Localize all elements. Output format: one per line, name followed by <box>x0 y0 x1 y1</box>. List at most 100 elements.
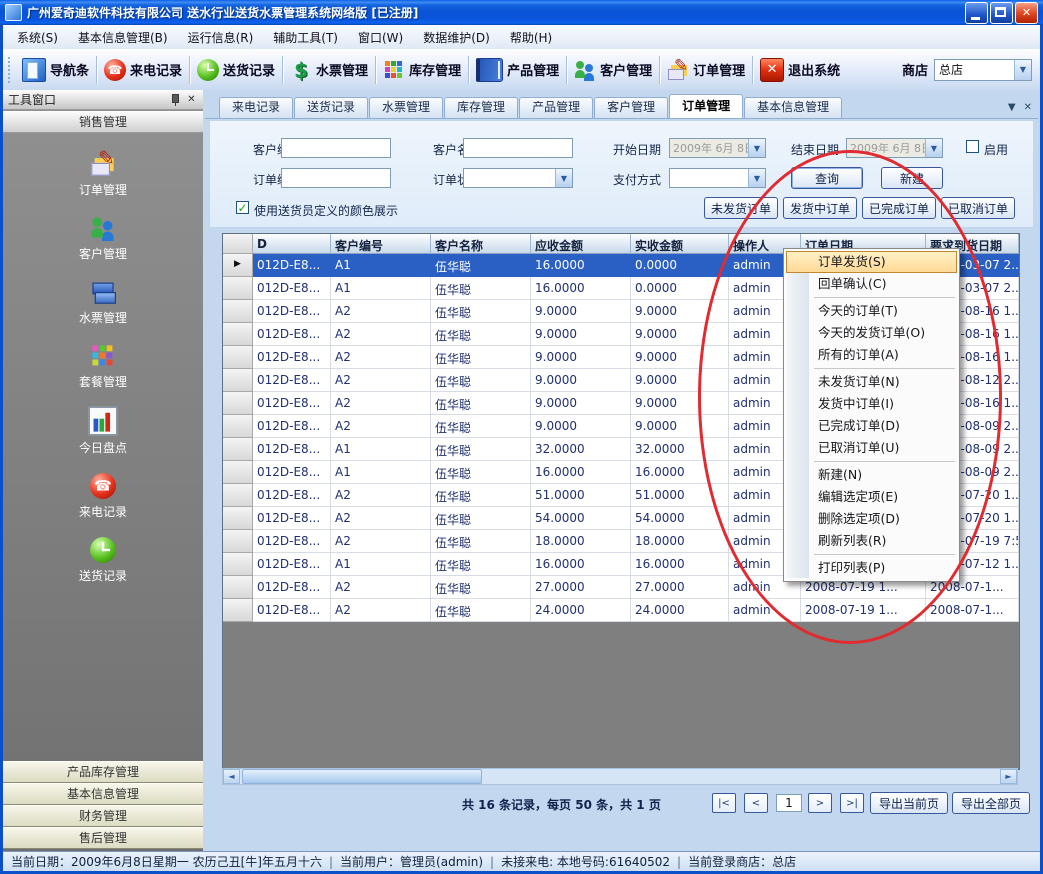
column-header[interactable]: 实收金额 <box>631 234 729 254</box>
sidebar-section-bar[interactable]: 产品库存管理 <box>3 761 203 783</box>
tab-0[interactable]: 来电记录 <box>219 97 293 118</box>
toolbar-button-product[interactable]: 产品管理 <box>471 55 564 85</box>
scroll-thumb[interactable] <box>242 769 482 784</box>
sidebar-item-order[interactable]: 订单管理 <box>3 143 203 207</box>
context-menu-item[interactable]: 今天的发货订单(O) <box>786 322 957 344</box>
row-selector[interactable] <box>223 415 253 438</box>
row-selector[interactable] <box>223 369 253 392</box>
tab-6[interactable]: 订单管理 <box>669 94 743 118</box>
toolbar-button-incoming-call[interactable]: 来电记录 <box>99 56 187 84</box>
order-status-filter-button[interactable]: 发货中订单 <box>783 197 857 219</box>
context-menu-item[interactable]: 订单发货(S) <box>786 251 957 273</box>
row-selector[interactable] <box>223 438 253 461</box>
customer-name-input[interactable] <box>463 138 573 158</box>
sidebar-close-icon[interactable]: ✕ <box>185 94 198 105</box>
row-selector[interactable] <box>223 300 253 323</box>
row-selector[interactable] <box>223 507 253 530</box>
tab-1[interactable]: 送货记录 <box>294 97 368 118</box>
horizontal-scrollbar[interactable]: ◄ ► <box>222 768 1018 785</box>
context-menu-item[interactable]: 打印列表(P) <box>786 557 957 579</box>
row-selector[interactable] <box>223 461 253 484</box>
menubar-item[interactable]: 运行信息(R) <box>178 25 264 50</box>
next-page-button[interactable]: > <box>808 793 832 813</box>
close-button[interactable] <box>1015 2 1038 24</box>
row-selector[interactable] <box>223 484 253 507</box>
sidebar-section-bar[interactable]: 售后管理 <box>3 827 203 849</box>
row-selector[interactable] <box>223 346 253 369</box>
sidebar-item-incoming-call[interactable]: 来电记录 <box>3 465 203 529</box>
tab-5[interactable]: 客户管理 <box>594 97 668 118</box>
order-status-select[interactable]: ▼ <box>463 168 573 188</box>
column-header[interactable]: 客户编号 <box>331 234 431 254</box>
column-header[interactable]: 客户名称 <box>431 234 531 254</box>
sidebar-section-bar[interactable]: 基本信息管理 <box>3 783 203 805</box>
minimize-button[interactable] <box>965 2 988 24</box>
context-menu-item[interactable]: 刷新列表(R) <box>786 530 957 552</box>
context-menu-item[interactable]: 新建(N) <box>786 464 957 486</box>
context-menu-item[interactable]: 未发货订单(N) <box>786 371 957 393</box>
tab-7[interactable]: 基本信息管理 <box>744 97 842 118</box>
context-menu-item[interactable]: 编辑选定项(E) <box>786 486 957 508</box>
order-status-filter-button[interactable]: 未发货订单 <box>704 197 778 219</box>
page-number-input[interactable]: 1 <box>776 794 802 812</box>
menubar-item[interactable]: 帮助(H) <box>500 25 562 50</box>
sidebar-item-daily-check[interactable]: 今日盘点 <box>3 399 203 465</box>
sidebar-item-package[interactable]: 套餐管理 <box>3 335 203 399</box>
tab-4[interactable]: 产品管理 <box>519 97 593 118</box>
sidebar-section-sales[interactable]: 销售管理 <box>3 111 203 133</box>
table-row[interactable]: 012D-E8...A2伍华聪24.000024.0000admin2008-0… <box>223 599 1019 622</box>
order-no-input[interactable] <box>281 168 391 188</box>
pin-icon[interactable] <box>169 93 181 106</box>
context-menu-item[interactable]: 今天的订单(T) <box>786 300 957 322</box>
tab-3[interactable]: 库存管理 <box>444 97 518 118</box>
enable-date-checkbox[interactable] <box>966 140 979 153</box>
order-status-filter-button[interactable]: 已完成订单 <box>862 197 936 219</box>
last-page-button[interactable]: >| <box>840 793 864 813</box>
menubar-item[interactable]: 窗口(W) <box>348 25 413 50</box>
sidebar-item-ticket-book[interactable]: 水票管理 <box>3 271 203 335</box>
customer-no-input[interactable] <box>281 138 391 158</box>
sidebar-item-customer[interactable]: 客户管理 <box>3 207 203 271</box>
context-menu-item[interactable]: 已完成订单(D) <box>786 415 957 437</box>
toolbar-button-inventory[interactable]: 库存管理 <box>378 56 466 84</box>
sidebar-section-bar[interactable]: 财务管理 <box>3 805 203 827</box>
toolbar-button-customer[interactable]: 客户管理 <box>569 56 657 84</box>
tab-close-icon[interactable]: ✕ <box>1024 102 1032 113</box>
row-selector[interactable]: ▶ <box>223 254 253 277</box>
context-menu-item[interactable]: 删除选定项(D) <box>786 508 957 530</box>
maximize-button[interactable] <box>990 2 1013 24</box>
context-menu-item[interactable]: 已取消订单(U) <box>786 437 957 459</box>
scroll-right-arrow[interactable]: ► <box>1000 769 1017 784</box>
menubar-item[interactable]: 数据维护(D) <box>413 25 500 50</box>
column-header[interactable]: D <box>253 234 331 254</box>
scroll-left-arrow[interactable]: ◄ <box>223 769 240 784</box>
menubar-item[interactable]: 辅助工具(T) <box>263 25 348 50</box>
first-page-button[interactable]: |< <box>712 793 736 813</box>
row-selector[interactable] <box>223 576 253 599</box>
row-selector[interactable] <box>223 392 253 415</box>
toolbar-grip[interactable] <box>8 57 13 83</box>
color-display-checkbox[interactable] <box>236 201 249 214</box>
row-selector[interactable] <box>223 599 253 622</box>
toolbar-button-water-ticket[interactable]: 水票管理 <box>285 56 373 84</box>
pay-method-select[interactable]: ▼ <box>669 168 766 188</box>
sidebar-item-delivery-record[interactable]: 送货记录 <box>3 529 203 593</box>
row-selector[interactable] <box>223 277 253 300</box>
toolbar-button-order[interactable]: 订单管理 <box>662 56 750 84</box>
order-status-filter-button[interactable]: 已取消订单 <box>941 197 1015 219</box>
tab-scroll-down-icon[interactable]: ▼ <box>1008 102 1016 113</box>
context-menu-item[interactable]: 发货中订单(I) <box>786 393 957 415</box>
toolbar-button-navigator[interactable]: 导航条 <box>17 55 94 85</box>
menubar-item[interactable]: 基本信息管理(B) <box>68 25 178 50</box>
row-selector[interactable] <box>223 553 253 576</box>
store-select[interactable]: 总店 ▼ <box>934 59 1032 81</box>
context-menu-item[interactable]: 回单确认(C) <box>786 273 957 295</box>
end-date-picker[interactable]: 2009年 6月 8日 ▼ <box>846 138 943 158</box>
menubar-item[interactable]: 系统(S) <box>7 25 68 50</box>
export-current-button[interactable]: 导出当前页 <box>870 792 948 814</box>
toolbar-button-exit[interactable]: 退出系统 <box>755 55 845 85</box>
export-all-button[interactable]: 导出全部页 <box>952 792 1030 814</box>
start-date-picker[interactable]: 2009年 6月 8日 ▼ <box>669 138 766 158</box>
context-menu-item[interactable]: 所有的订单(A) <box>786 344 957 366</box>
query-button[interactable]: 查询 <box>791 167 863 189</box>
